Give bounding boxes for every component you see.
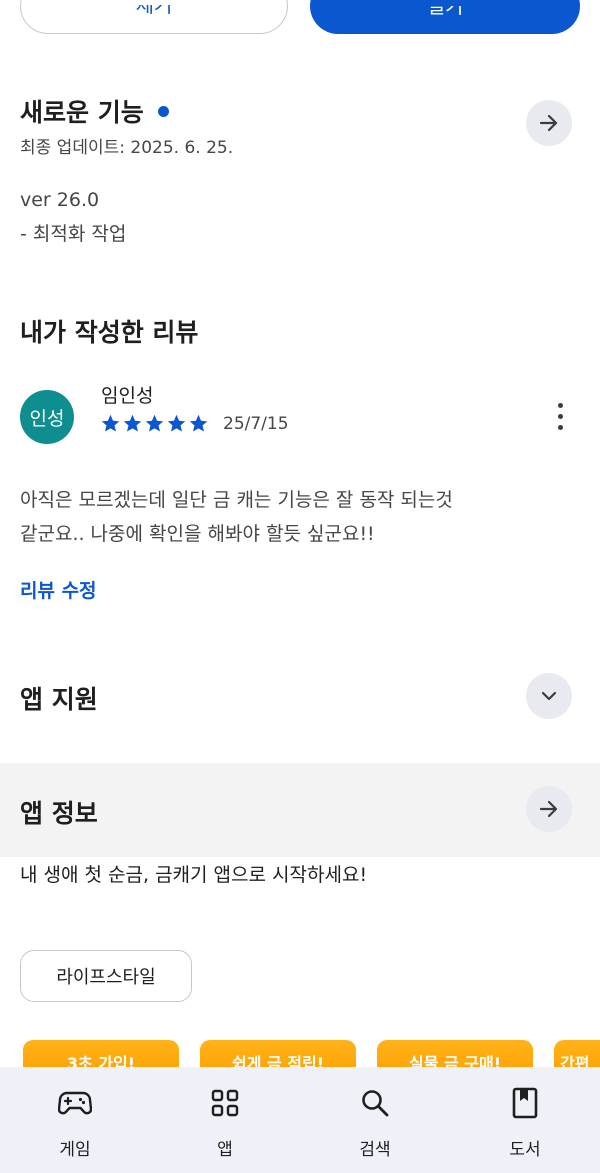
apps-grid-icon	[207, 1085, 243, 1121]
review-author: 임인성	[101, 385, 154, 407]
new-indicator-dot	[157, 105, 169, 117]
nav-games-label: 게임	[59, 1140, 91, 1160]
nav-apps-label: 앱	[217, 1140, 233, 1160]
avatar-text: 인성	[29, 407, 65, 430]
star-icon	[189, 414, 208, 432]
review-date: 25/7/15	[223, 413, 289, 434]
uninstall-label: 제거	[135, 5, 173, 17]
nav-books-label: 도서	[509, 1140, 541, 1160]
app-description: 내 생애 첫 순금, 금캐기 앱으로 시작하세요!	[20, 864, 368, 886]
nav-apps[interactable]: 앱	[150, 1067, 300, 1173]
app-support-expand-button[interactable]	[526, 673, 572, 719]
bottom-navigation: 게임 앱 검색 도서	[0, 1067, 600, 1173]
avatar: 인성	[20, 390, 74, 444]
app-support-title: 앱 지원	[20, 685, 98, 714]
star-icon	[167, 414, 186, 432]
arrow-right-icon	[539, 800, 558, 818]
more-vert-icon	[557, 403, 563, 430]
release-notes: - 최적화 작업	[20, 223, 127, 245]
search-icon	[357, 1085, 393, 1121]
star-icon	[101, 414, 120, 432]
gamepad-icon	[57, 1085, 93, 1121]
review-meta: 25/7/15	[100, 413, 289, 434]
whats-new-arrow-button[interactable]	[526, 100, 572, 146]
last-updated: 최종 업데이트: 2025. 6. 25.	[20, 138, 234, 158]
nav-games[interactable]: 게임	[0, 1067, 150, 1173]
nav-search[interactable]: 검색	[300, 1067, 450, 1173]
open-button[interactable]: 열기	[310, 0, 580, 34]
whats-new-header[interactable]: 새로운 기능	[20, 93, 169, 129]
version-text: ver 26.0	[20, 189, 100, 211]
review-more-options-button[interactable]	[548, 400, 572, 434]
nav-books[interactable]: 도서	[450, 1067, 600, 1173]
app-info-arrow-button[interactable]	[526, 786, 572, 832]
edit-review-link[interactable]: 리뷰 수정	[20, 576, 97, 603]
open-label: 열기	[426, 6, 464, 18]
app-info-title: 앱 정보	[20, 799, 98, 828]
my-review-title: 내가 작성한 리뷰	[20, 318, 199, 347]
uninstall-button[interactable]: 제거	[20, 0, 288, 34]
chevron-down-icon	[541, 691, 557, 701]
review-text-line1: 아직은 모르겠는데 일단 금 캐는 기능은 잘 동작 되는것	[20, 489, 453, 511]
arrow-right-icon	[539, 114, 558, 132]
star-icon	[145, 414, 164, 432]
review-text-line2: 같군요.. 나중에 확인을 해봐야 할듯 싶군요!!	[20, 523, 375, 545]
category-chip[interactable]: 라이프스타일	[20, 950, 192, 1002]
whats-new-title: 새로운 기능	[20, 98, 144, 127]
book-icon	[507, 1085, 543, 1121]
star-icon	[123, 414, 142, 432]
category-chip-label: 라이프스타일	[56, 967, 156, 988]
rating-stars	[100, 413, 209, 434]
nav-search-label: 검색	[359, 1140, 391, 1160]
